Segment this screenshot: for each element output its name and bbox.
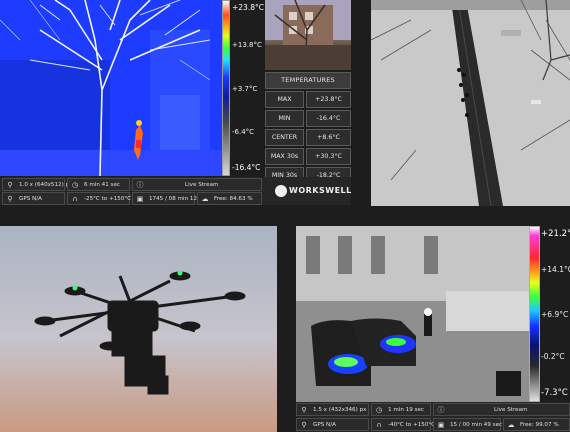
- temperature-label: MAX 30s: [265, 148, 304, 165]
- duration-status: ◷ 6 min 41 sec: [67, 178, 130, 191]
- logo-mark-icon: [275, 185, 287, 197]
- temperature-value: +8.6°C: [306, 129, 351, 146]
- temperature-scale-bar: [529, 226, 540, 402]
- gps-status: ⚲ GPS N/A: [296, 418, 369, 431]
- brand-logo: WORKSWELL: [265, 177, 351, 205]
- info-icon: ⓘ: [136, 181, 144, 189]
- status-bar: ⚲ 1.0 x (640x512) px ◷ 6 min 41 sec ⓘ Li…: [0, 177, 265, 205]
- visual-camera-preview: [265, 0, 351, 70]
- storage-value: Free: 84.63 %: [214, 196, 253, 202]
- scale-min-label: -7.3°C: [541, 388, 568, 398]
- logo-text: WORKSWELL: [289, 186, 352, 195]
- scale-tick-label: +3.7°C: [232, 85, 258, 93]
- scale-tick-label: -6.4°C: [232, 128, 255, 136]
- location-pin-icon: ⚲: [7, 195, 13, 203]
- mode-value: Live Stream: [494, 407, 528, 413]
- mode-value: Live Stream: [185, 182, 219, 188]
- temperature-label: MIN: [265, 110, 304, 127]
- thermometer-icon: ∩: [376, 421, 382, 429]
- mode-status[interactable]: ⓘ Live Stream: [433, 403, 570, 416]
- temperature-row-center: CENTER +8.6°C: [265, 129, 351, 146]
- timer-icon: ◷: [71, 181, 79, 189]
- storage-status: ☁ Free: 99.07 %: [503, 418, 570, 431]
- scale-tick-label: +13.8°C: [232, 41, 262, 49]
- frames-status: ▣ 1745 / 08 min 12 sec: [132, 192, 208, 205]
- magnifier-icon: ⚲: [7, 181, 13, 189]
- scale-min-label: -16.4°C: [232, 163, 261, 172]
- zoom-status[interactable]: ⚲ 1.0 x (640x512) px: [2, 178, 72, 191]
- temperature-label: CENTER: [265, 129, 304, 146]
- drone-photo: [0, 226, 277, 432]
- info-icon: ⓘ: [437, 406, 445, 414]
- storage-status: ☁ Free: 84.63 %: [197, 192, 262, 205]
- zoom-value: 1.5 x (432x346) px: [313, 407, 367, 413]
- range-status: ∩ -40°C to +150°C: [371, 418, 435, 431]
- thermal-cars-scene: [296, 226, 529, 402]
- frames-value: 15 / 00 min 49 sec: [450, 422, 503, 428]
- zoom-status[interactable]: ⚲ 1.5 x (432x346) px: [296, 403, 369, 416]
- timer-icon: ◷: [375, 406, 383, 414]
- scale-max-label: +21.2°C: [541, 229, 570, 239]
- scale-tick-label: +6.9°C: [541, 310, 569, 319]
- thermal-tree-scene: [0, 0, 222, 176]
- duration-status: ◷ 1 min 19 sec: [371, 403, 431, 416]
- temperature-row-min: MIN -16.4°C: [265, 110, 351, 127]
- temperature-value: +30.3°C: [306, 148, 351, 165]
- location-pin-icon: ⚲: [301, 421, 307, 429]
- cloud-icon: ☁: [201, 195, 209, 203]
- range-value: -25°C to +150°C: [84, 196, 132, 202]
- aerial-greyscale-image: [371, 0, 570, 206]
- temperature-row-max: MAX +23.8°C: [265, 91, 351, 108]
- gps-status: ⚲ GPS N/A: [2, 192, 65, 205]
- storage-value: Free: 99.07 %: [520, 422, 559, 428]
- gps-value: GPS N/A: [313, 422, 336, 428]
- temperature-value: +23.8°C: [306, 91, 351, 108]
- duration-value: 1 min 19 sec: [388, 407, 424, 413]
- preview-scene: [265, 0, 351, 70]
- temperatures-title: TEMPERATURES: [265, 72, 351, 89]
- aerial-road-scene: [371, 0, 570, 206]
- magnifier-icon: ⚲: [301, 406, 307, 414]
- drone-scene: [0, 226, 277, 432]
- thermal-image-cars: [296, 226, 529, 402]
- temperature-label: MAX: [265, 91, 304, 108]
- mode-status[interactable]: ⓘ Live Stream: [132, 178, 262, 191]
- frames-status: ▣ 15 / 00 min 49 sec: [433, 418, 503, 431]
- video-icon: ▣: [136, 195, 144, 203]
- thermometer-icon: ∩: [72, 195, 78, 203]
- status-bar: ⚲ 1.5 x (432x346) px ◷ 1 min 19 sec ⓘ Li…: [296, 402, 570, 432]
- range-value: -40°C to +150°C: [388, 422, 436, 428]
- cloud-icon: ☁: [507, 421, 515, 429]
- video-icon: ▣: [437, 421, 445, 429]
- gps-value: GPS N/A: [19, 196, 42, 202]
- zoom-value: 1.0 x (640x512) px: [19, 182, 73, 188]
- duration-value: 6 min 41 sec: [84, 182, 120, 188]
- scale-tick-label: -0.2°C: [541, 352, 565, 361]
- range-status: ∩ -25°C to +150°C: [67, 192, 132, 205]
- temperature-value: -16.4°C: [306, 110, 351, 127]
- temperature-row-max30s: MAX 30s +30.3°C: [265, 148, 351, 165]
- temperatures-panel: TEMPERATURES MAX +23.8°C MIN -16.4°C CEN…: [265, 72, 351, 184]
- temperature-scale-bar: [222, 0, 230, 176]
- scale-max-label: +23.8°C: [232, 3, 264, 12]
- thermal-image-tree: [0, 0, 222, 176]
- scale-tick-label: +14.1°C: [541, 265, 570, 274]
